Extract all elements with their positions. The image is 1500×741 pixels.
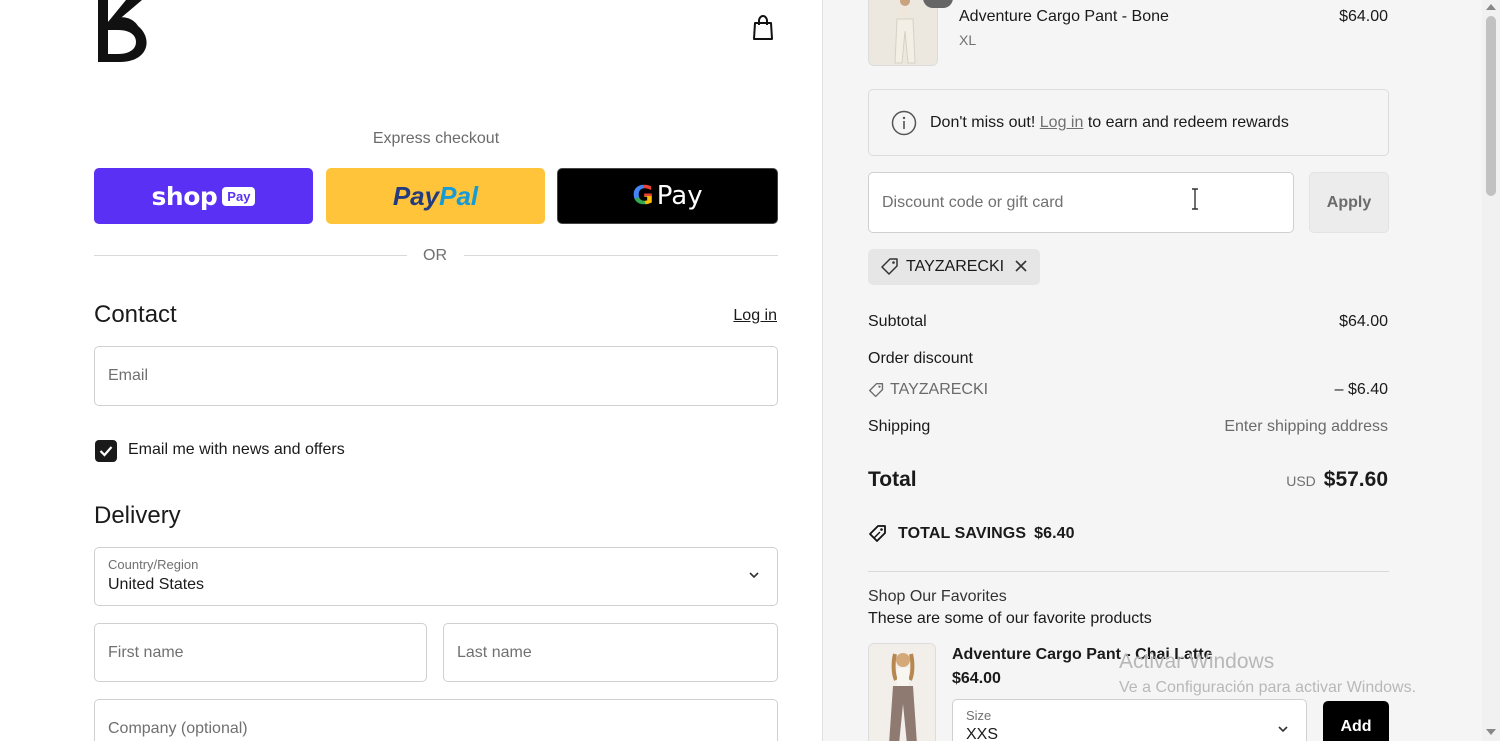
shipping-value: Enter shipping address <box>1224 418 1388 435</box>
google-pay-wordmark: G Pay <box>632 181 703 211</box>
newsletter-checkbox[interactable] <box>95 440 117 462</box>
applied-code-name: TAYZARECKI <box>906 258 1005 275</box>
shipping-label: Shipping <box>868 418 931 435</box>
discount-code-row: TAYZARECKI <box>868 381 988 399</box>
rewards-notice-text: Don't miss out! Log in to earn and redee… <box>930 114 1289 131</box>
tag-icon <box>881 258 898 275</box>
savings-label: TOTAL SAVINGS <box>898 525 1027 542</box>
or-divider-label: OR <box>423 247 447 264</box>
shop-pay-button[interactable]: shop Pay <box>94 168 313 224</box>
first-name-placeholder: First name <box>108 643 184 661</box>
remove-discount-icon[interactable] <box>1014 259 1028 273</box>
windows-activation-subtitle: Ve a Configuración para activar Windows. <box>1119 679 1417 696</box>
google-g-icon: G <box>632 181 654 211</box>
shopping-bag-icon[interactable] <box>750 14 776 42</box>
product-photo-bone <box>869 0 937 65</box>
quantity-badge <box>923 0 953 8</box>
text-cursor-icon <box>1192 188 1198 210</box>
email-placeholder: Email <box>108 367 149 384</box>
favorite-product-price: $64.00 <box>952 670 1001 687</box>
order-summary: Adventure Cargo Pant - Bone XL $64.00 Do… <box>822 0 1500 741</box>
savings-tag-icon <box>869 525 886 542</box>
or-divider-left <box>94 255 407 256</box>
total-currency: USD <box>1286 473 1316 489</box>
scrollbar-thumb[interactable] <box>1486 16 1496 196</box>
brand-logo-icon[interactable] <box>96 0 152 62</box>
country-value: United States <box>108 576 205 593</box>
newsletter-label: Email me with news and offers <box>128 441 345 458</box>
last-name-field[interactable]: Last name <box>443 623 778 682</box>
apply-discount-button[interactable]: Apply <box>1309 172 1389 233</box>
scroll-up-arrow-icon[interactable] <box>1486 4 1496 10</box>
add-to-cart-button[interactable]: Add <box>1323 701 1389 741</box>
info-icon <box>891 110 917 136</box>
total-label: Total <box>868 468 917 491</box>
company-field[interactable]: Company (optional) <box>94 699 778 741</box>
discount-code-name: TAYZARECKI <box>890 381 989 398</box>
cart-item-image <box>868 0 938 66</box>
favorites-subtitle: These are some of our favorite products <box>868 610 1152 627</box>
express-checkout-title: Express checkout <box>372 130 500 147</box>
total-price: $57.60 <box>1323 468 1388 491</box>
total-savings: TOTAL SAVINGS $6.40 <box>868 524 1075 544</box>
size-select[interactable]: Size XXS <box>952 699 1307 741</box>
favorites-title: Shop Our Favorites <box>868 588 1007 605</box>
delivery-heading: Delivery <box>94 502 181 529</box>
contact-heading: Contact <box>94 301 177 328</box>
size-value: XXS <box>966 726 999 741</box>
cart-item-variant: XL <box>959 32 977 48</box>
checkout-main: Express checkout shop Pay PayPal G Pay O… <box>0 0 822 741</box>
paypal-button[interactable]: PayPal <box>326 168 545 224</box>
paypal-wordmark: PayPal <box>392 180 479 211</box>
email-field[interactable]: Email <box>94 346 778 406</box>
discount-code-input[interactable]: Discount code or gift card <box>868 172 1294 233</box>
scroll-down-arrow-icon[interactable] <box>1486 729 1496 735</box>
company-placeholder: Company (optional) <box>108 719 248 737</box>
cart-item-price: $64.00 <box>1339 8 1388 25</box>
savings-value: $6.40 <box>1034 525 1075 542</box>
contact-login-link[interactable]: Log in <box>733 307 777 325</box>
discount-placeholder: Discount code or gift card <box>882 194 1064 211</box>
or-divider-right <box>464 255 778 256</box>
subtotal-label: Subtotal <box>868 313 927 330</box>
chevron-down-icon <box>749 572 759 579</box>
rewards-notice: Don't miss out! Log in to earn and redee… <box>868 89 1389 156</box>
size-label: Size <box>966 708 992 723</box>
windows-activation-title: Activar Windows <box>1119 650 1275 673</box>
tag-icon <box>869 382 884 397</box>
google-pay-button[interactable]: G Pay <box>557 168 778 224</box>
discount-amount: – $6.40 <box>1334 381 1388 398</box>
applied-discount-tag: TAYZARECKI <box>868 249 1040 285</box>
rewards-login-link[interactable]: Log in <box>1040 114 1084 131</box>
cart-item-name: Adventure Cargo Pant - Bone <box>959 8 1169 25</box>
country-label: Country/Region <box>108 557 199 572</box>
shop-pay-badge: Pay <box>222 186 256 206</box>
shop-pay-wordmark: shop <box>151 181 218 211</box>
summary-divider <box>868 571 1389 572</box>
page-scrollbar[interactable] <box>1482 0 1500 741</box>
product-photo-chai-latte <box>869 644 935 741</box>
checkmark-icon <box>99 446 113 457</box>
last-name-placeholder: Last name <box>457 643 532 661</box>
country-select[interactable]: Country/Region United States <box>94 547 778 606</box>
subtotal-value: $64.00 <box>1339 313 1388 330</box>
favorite-product-image <box>868 643 936 741</box>
first-name-field[interactable]: First name <box>94 623 427 682</box>
total-amount: USD $57.60 <box>1286 468 1388 492</box>
chevron-down-icon <box>1278 726 1288 733</box>
order-discount-label: Order discount <box>868 350 973 367</box>
